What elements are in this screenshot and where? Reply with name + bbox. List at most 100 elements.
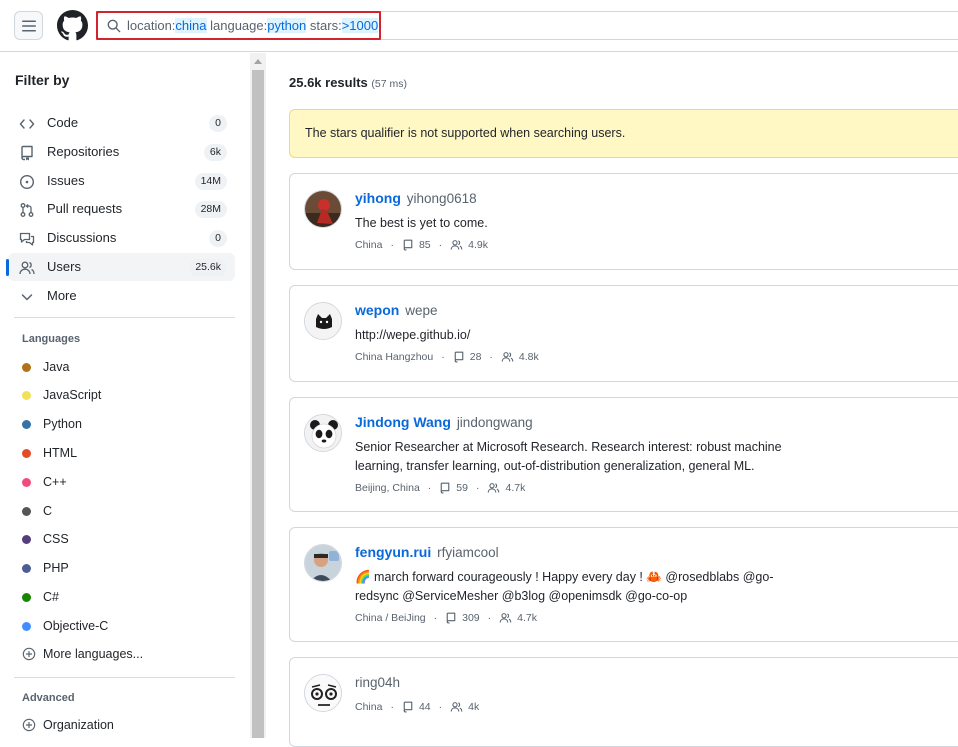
followers-value: 4.9k <box>468 239 488 251</box>
language-item-css[interactable]: CSS <box>22 529 69 549</box>
people-icon <box>19 261 35 275</box>
user-login[interactable]: wepe <box>405 303 437 318</box>
language-label: Objective-C <box>43 619 109 633</box>
language-label: PHP <box>43 561 69 575</box>
github-logo-icon[interactable] <box>57 10 88 41</box>
plus-circle-icon <box>22 647 36 661</box>
user-name-link[interactable]: Jindong Wang <box>355 414 451 430</box>
sidebar-item-label: Pull requests <box>47 201 123 216</box>
query-key: location: <box>127 18 176 33</box>
user-login[interactable]: rfyiamcool <box>437 545 499 560</box>
sidebar-item-label: More <box>47 288 77 303</box>
repo-count-value: 59 <box>456 482 468 494</box>
sidebar-item-issues[interactable]: Issues 14M <box>8 167 235 195</box>
search-query: location:china language:python stars:>10… <box>127 18 379 33</box>
organization-filter-button[interactable]: Organization <box>22 718 114 732</box>
count-badge: 25.6k <box>189 259 227 276</box>
avatar[interactable] <box>304 302 342 340</box>
followers-count[interactable]: 4.7k <box>487 482 525 494</box>
repo-icon <box>403 239 413 251</box>
language-item-csharp[interactable]: C# <box>22 587 59 607</box>
user-name-link[interactable]: wepon <box>355 302 399 318</box>
followers-count[interactable]: 4.9k <box>450 239 488 251</box>
user-bio: The best is yet to come. <box>355 214 795 233</box>
avatar-image <box>305 191 341 227</box>
repo-count[interactable]: 28 <box>453 351 481 363</box>
language-item-cpp[interactable]: C++ <box>22 472 67 492</box>
sidebar-item-discussions[interactable]: Discussions 0 <box>8 224 235 252</box>
user-meta: China · 44 · 4k <box>355 701 479 713</box>
avatar-image <box>305 675 341 711</box>
query-key: language: <box>206 18 268 33</box>
user-meta: Beijing, China · 59 · 4.7k <box>355 482 525 494</box>
followers-count[interactable]: 4.7k <box>499 612 537 624</box>
language-item-html[interactable]: HTML <box>22 443 77 463</box>
sidebar-item-pull-requests[interactable]: Pull requests 28M <box>8 195 235 223</box>
user-name-line: fengyun.rui rfyiamcool <box>355 544 499 560</box>
sidebar-scrollbar[interactable] <box>250 53 266 738</box>
user-login[interactable]: yihong0618 <box>407 191 477 206</box>
language-label: Java <box>43 360 70 374</box>
count-badge: 0 <box>209 230 227 247</box>
query-value: >1000 <box>341 18 379 33</box>
avatar[interactable] <box>304 544 342 582</box>
repo-count-value: 309 <box>462 612 480 624</box>
menu-button[interactable] <box>14 11 43 40</box>
search-icon <box>107 19 121 33</box>
sidebar-item-repositories[interactable]: Repositories 6k <box>8 138 235 166</box>
sidebar-item-code[interactable]: Code 0 <box>8 109 235 137</box>
top-header: location:china language:python stars:>10… <box>0 0 958 52</box>
bio-line: The best is yet to come. <box>355 216 488 230</box>
count-badge: 6k <box>203 144 227 161</box>
user-result-card: fengyun.rui rfyiamcool 🌈 march forward c… <box>289 527 958 642</box>
language-item-php[interactable]: PHP <box>22 558 69 578</box>
user-name-link[interactable]: yihong <box>355 190 401 206</box>
language-label: CSS <box>43 532 69 546</box>
filter-title: Filter by <box>15 72 70 88</box>
language-color-dot <box>22 621 31 631</box>
query-value: china <box>175 18 207 33</box>
language-item-java[interactable]: Java <box>22 357 69 377</box>
repo-icon <box>440 482 450 494</box>
language-color-dot <box>22 419 31 429</box>
followers-count[interactable]: 4k <box>450 701 479 713</box>
avatar[interactable] <box>304 414 342 452</box>
avatar[interactable] <box>304 674 342 712</box>
user-name-link[interactable]: fengyun.rui <box>355 544 431 560</box>
user-login[interactable]: jindongwang <box>457 415 533 430</box>
language-item-objective-c[interactable]: Objective-C <box>22 616 108 636</box>
language-item-javascript[interactable]: JavaScript <box>22 385 101 405</box>
user-login[interactable]: ring04h <box>355 675 400 690</box>
search-input[interactable]: location:china language:python stars:>10… <box>96 11 958 40</box>
organization-label: Organization <box>43 718 114 732</box>
user-location: China / BeiJing <box>355 612 426 624</box>
avatar-image <box>305 545 341 581</box>
language-item-python[interactable]: Python <box>22 414 82 434</box>
repo-count[interactable]: 44 <box>402 701 431 713</box>
results-count: 25.6k results (57 ms) <box>289 75 407 90</box>
sidebar-item-label: Issues <box>47 173 85 188</box>
repo-count[interactable]: 309 <box>445 612 480 624</box>
repo-icon <box>403 701 413 713</box>
scroll-thumb[interactable] <box>252 70 264 738</box>
user-location: China <box>355 701 383 713</box>
banner-text: The stars qualifier is not supported whe… <box>305 126 626 140</box>
more-languages-button[interactable]: More languages... <box>22 647 143 661</box>
language-item-c[interactable]: C <box>22 501 52 521</box>
sidebar-item-more[interactable]: More <box>8 282 235 310</box>
avatar[interactable] <box>304 190 342 228</box>
user-name-line: ring04h <box>355 674 400 690</box>
scroll-up-arrow-icon[interactable] <box>254 59 262 64</box>
plus-circle-icon <box>22 718 36 732</box>
divider <box>14 317 235 318</box>
query-key: stars: <box>306 18 342 33</box>
meta-separator: · <box>487 612 492 624</box>
results-time: (57 ms) <box>371 78 407 90</box>
user-result-card: Jindong Wang jindongwang Senior Research… <box>289 397 958 512</box>
followers-count[interactable]: 4.8k <box>501 351 539 363</box>
meta-separator: · <box>390 239 394 251</box>
repo-count[interactable]: 85 <box>402 239 431 251</box>
people-icon <box>488 483 500 493</box>
sidebar-item-users[interactable]: Users 25.6k <box>6 253 235 281</box>
repo-count[interactable]: 59 <box>439 482 468 494</box>
